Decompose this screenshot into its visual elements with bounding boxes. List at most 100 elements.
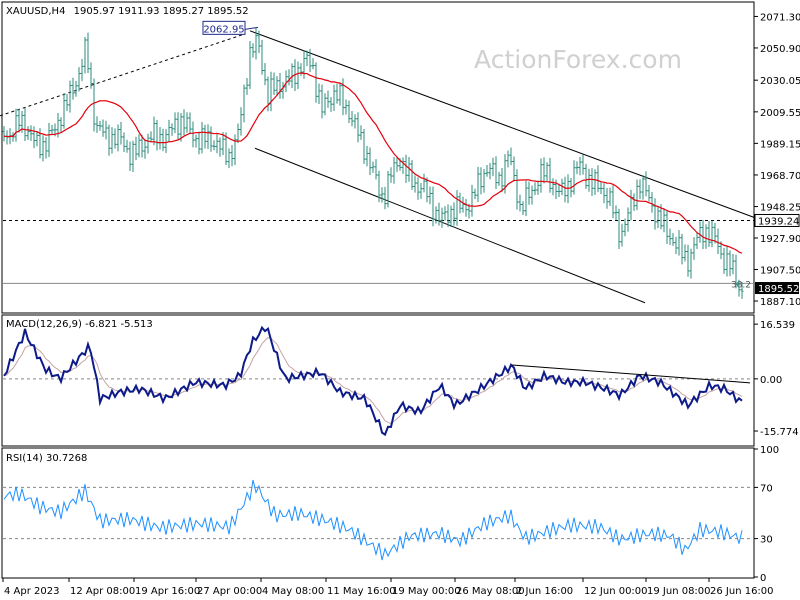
price-bar bbox=[251, 43, 255, 58]
price-bar bbox=[122, 132, 126, 153]
price-bar bbox=[101, 119, 105, 137]
price-bar bbox=[287, 69, 291, 86]
rsi-y-tick-label: 30 bbox=[760, 535, 773, 546]
price-bar bbox=[275, 76, 279, 96]
price-bar bbox=[5, 130, 9, 145]
price-bar bbox=[422, 173, 426, 193]
price-bar bbox=[728, 250, 732, 277]
price-bar bbox=[242, 84, 246, 123]
price-bar bbox=[518, 194, 522, 212]
price-bar bbox=[314, 62, 318, 103]
price-bar bbox=[512, 156, 516, 182]
price-bar bbox=[725, 246, 729, 277]
price-bar bbox=[686, 244, 690, 277]
price-bar bbox=[689, 248, 693, 279]
price-bar bbox=[401, 157, 405, 174]
price-bar bbox=[350, 110, 354, 127]
rsi-line bbox=[3, 479, 743, 561]
price-bar bbox=[158, 126, 162, 150]
ohlc-readout: 1905.97 1911.93 1895.27 1895.52 bbox=[74, 6, 249, 17]
price-bar bbox=[86, 32, 90, 74]
price-bar bbox=[590, 168, 594, 197]
price-bar bbox=[464, 199, 468, 217]
price-bar bbox=[677, 230, 681, 256]
price-bar bbox=[449, 205, 453, 227]
price-bar bbox=[701, 219, 705, 250]
price-bar bbox=[722, 247, 726, 274]
price-bar bbox=[269, 71, 273, 112]
price-bar bbox=[608, 187, 612, 206]
price-bar bbox=[236, 123, 240, 144]
price-bar bbox=[374, 159, 378, 180]
price-bar bbox=[272, 72, 276, 96]
price-bar bbox=[26, 126, 30, 141]
price-bar bbox=[458, 192, 462, 214]
price-bar bbox=[95, 116, 99, 133]
price-bar bbox=[629, 189, 633, 221]
price-bar bbox=[311, 58, 315, 70]
price-bar bbox=[209, 126, 213, 152]
peak-label: 2062.95 bbox=[203, 24, 244, 35]
price-bar bbox=[320, 84, 324, 119]
symbol-label: XAUUSD,H4 bbox=[6, 6, 65, 17]
rsi-title: RSI(14) 30.7268 bbox=[6, 453, 87, 464]
level-tag: 1939.24 bbox=[758, 216, 799, 227]
price-bar bbox=[170, 123, 174, 136]
macd-layer bbox=[3, 325, 754, 437]
price-bar bbox=[710, 220, 714, 248]
price-bar bbox=[533, 182, 537, 196]
trendline-prior-support bbox=[0, 33, 246, 117]
price-bar bbox=[671, 233, 675, 246]
price-bar bbox=[116, 124, 120, 152]
price-bar bbox=[578, 156, 582, 176]
price-bar bbox=[389, 167, 393, 183]
macd-panel-frame bbox=[1, 314, 755, 447]
x-tick-label: 4 May 08:00 bbox=[262, 586, 324, 597]
price-bar bbox=[644, 171, 648, 197]
price-bar bbox=[125, 139, 129, 153]
watermark: ActionForex.com bbox=[474, 45, 682, 74]
price-bar bbox=[551, 178, 555, 196]
price-bar bbox=[155, 119, 159, 151]
price-bar bbox=[521, 201, 525, 216]
chart-window: ActionForex.com 38.2 2062.95 2071.30 2050.… bbox=[0, 0, 800, 600]
axis-layer: 2071.30 2050.90 2030.05 2009.55 1989.15 1968.… bbox=[2, 12, 800, 597]
price-bar bbox=[161, 128, 165, 152]
price-bar bbox=[626, 207, 630, 232]
price-bar bbox=[131, 140, 135, 172]
price-bar bbox=[329, 97, 333, 112]
price-bar bbox=[35, 132, 39, 147]
price-y-tick-label: 2071.30 bbox=[760, 12, 800, 23]
price-bar bbox=[593, 169, 597, 196]
price-bar bbox=[167, 119, 171, 143]
rsi-y-tick-label: 70 bbox=[760, 483, 773, 494]
price-bar bbox=[461, 196, 465, 213]
price-bar bbox=[392, 156, 396, 184]
price-bar bbox=[98, 120, 102, 131]
price-bar bbox=[380, 187, 384, 203]
price-bar bbox=[539, 158, 543, 193]
price-bar bbox=[668, 228, 672, 246]
rsi-y-tick-label: 0 bbox=[760, 573, 766, 584]
price-bar bbox=[371, 161, 375, 173]
price-bar bbox=[197, 131, 201, 155]
price-bar bbox=[506, 150, 510, 168]
price-bar bbox=[440, 207, 444, 228]
price-bar bbox=[683, 244, 687, 262]
price-bar bbox=[704, 224, 708, 249]
price-bar bbox=[344, 99, 348, 115]
price-bar bbox=[245, 78, 249, 95]
price-bar bbox=[446, 204, 450, 227]
price-bar bbox=[614, 205, 618, 221]
price-bar bbox=[332, 84, 336, 111]
price-bar bbox=[113, 128, 117, 149]
price-y-tick-label: 1927.90 bbox=[760, 234, 800, 245]
price-bar bbox=[323, 93, 327, 116]
x-tick-label: 26 Jun 16:00 bbox=[710, 586, 774, 597]
price-y-tick-label: 1968.70 bbox=[760, 171, 800, 182]
price-bar bbox=[599, 182, 603, 195]
price-bar bbox=[137, 134, 141, 158]
price-bar bbox=[596, 165, 600, 193]
chart-canvas: ActionForex.com 38.2 2062.95 2071.30 2050.… bbox=[0, 1, 800, 597]
price-bar bbox=[680, 233, 684, 265]
